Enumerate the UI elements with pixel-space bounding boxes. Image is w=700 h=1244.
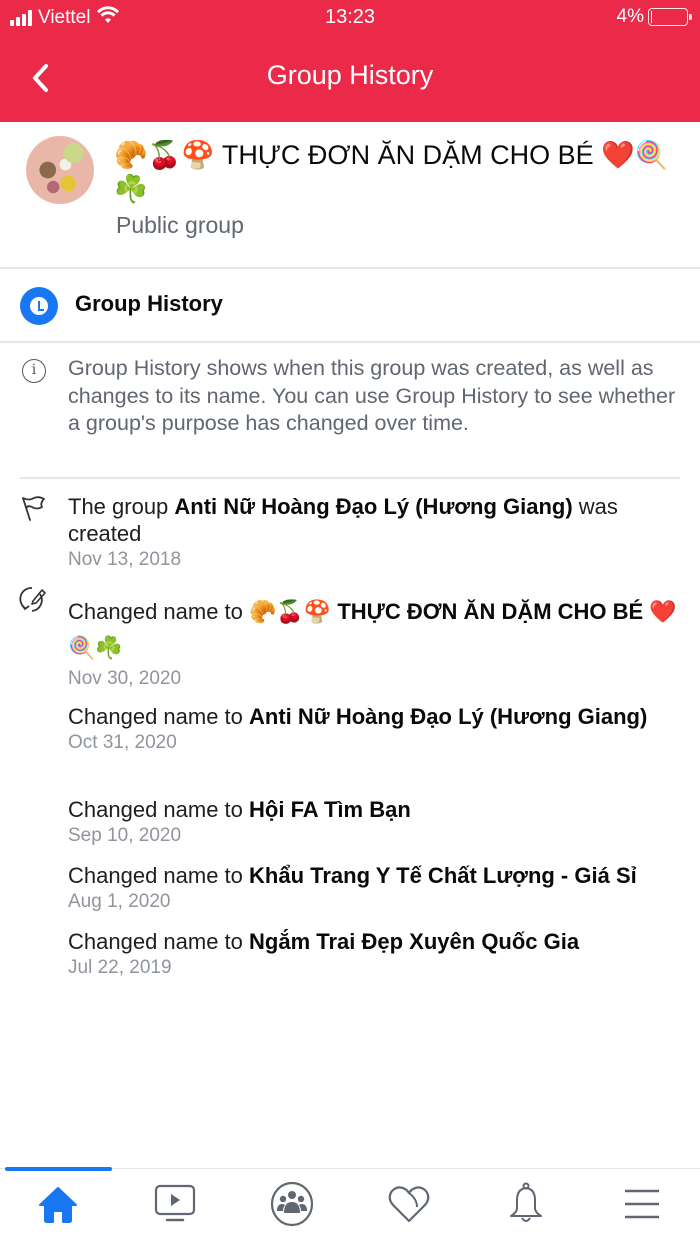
- info-text: Group History shows when this group was …: [68, 356, 676, 435]
- status-bar: Viettel 13:23 4%: [0, 0, 700, 36]
- divider: [20, 477, 680, 479]
- history-item: Changed name to Ngắm Trai Đẹp Xuyên Quốc…: [68, 928, 688, 980]
- event-group-name: Anti Nữ Hoàng Đạo Lý (Hương Giang): [249, 704, 648, 729]
- event-date: Sep 10, 2020: [68, 825, 182, 846]
- event-group-name: Anti Nữ Hoàng Đạo Lý (Hương Giang): [174, 494, 573, 519]
- tab-menu[interactable]: [612, 1179, 672, 1229]
- home-icon: [39, 1187, 77, 1223]
- event-date: Jul 22, 2019: [68, 957, 172, 978]
- event-date: Nov 13, 2018: [68, 549, 182, 570]
- event-text: Changed name to: [68, 797, 250, 822]
- heart-icon: [388, 1186, 430, 1223]
- tab-groups[interactable]: [262, 1179, 322, 1229]
- video-icon: [154, 1184, 196, 1222]
- event-group-name: Khẩu Trang Y Tế Chất Lượng - Giá Sỉ: [249, 863, 637, 888]
- flag-icon: [18, 494, 48, 529]
- event-text: Changed name to: [68, 599, 250, 624]
- history-item: Changed name to Hội FA Tìm Bạn Sep 10, 2…: [68, 796, 688, 848]
- battery-percent: 4%: [616, 6, 644, 27]
- event-group-name: Ngắm Trai Đẹp Xuyên Quốc Gia: [249, 929, 580, 954]
- history-item: Changed name to Khẩu Trang Y Tế Chất Lượ…: [68, 862, 688, 914]
- event-text: Changed name to: [68, 704, 250, 729]
- info-icon: i: [22, 359, 46, 383]
- history-item: The group Anti Nữ Hoàng Đạo Lý (Hương Gi…: [68, 493, 688, 572]
- event-text: Changed name to: [68, 929, 250, 954]
- group-privacy: Public group: [116, 212, 244, 238]
- clock-icon: [20, 287, 58, 325]
- history-item: Changed name to Anti Nữ Hoàng Đạo Lý (Hư…: [68, 703, 688, 755]
- tab-home[interactable]: [28, 1179, 88, 1229]
- tab-notifications[interactable]: [496, 1179, 556, 1229]
- edit-name-icon: [18, 584, 50, 621]
- section-title: Group History: [75, 291, 223, 316]
- event-date: Oct 31, 2020: [68, 732, 177, 753]
- tab-dating[interactable]: [379, 1179, 439, 1229]
- battery-icon: [648, 8, 692, 26]
- bottom-tab-bar: [0, 1167, 700, 1244]
- top-bar: Viettel 13:23 4% Group History: [0, 0, 700, 122]
- event-date: Nov 30, 2020: [68, 668, 182, 689]
- group-avatar[interactable]: [26, 136, 94, 204]
- event-text: The group: [68, 494, 175, 519]
- page-title: Group History: [266, 60, 434, 90]
- section-header: Group History: [0, 269, 700, 343]
- menu-icon: [625, 1189, 659, 1219]
- clock-time: 13:23: [324, 6, 376, 28]
- bell-icon: [510, 1182, 542, 1222]
- group-header: 🥐🍒🍄 THỰC ĐƠN ĂN DẶM CHO BÉ ❤️🍭☘️ Public …: [0, 122, 700, 269]
- history-item: Changed name to 🥐🍒🍄 THỰC ĐƠN ĂN DẶM CHO …: [68, 594, 688, 691]
- tab-watch[interactable]: [145, 1179, 205, 1229]
- event-group-name: Hội FA Tìm Bạn: [249, 797, 411, 822]
- groups-icon: [270, 1181, 314, 1227]
- group-name[interactable]: 🥐🍒🍄 THỰC ĐƠN ĂN DẶM CHO BÉ ❤️🍭☘️: [114, 138, 674, 206]
- event-date: Aug 1, 2020: [68, 891, 171, 912]
- active-tab-indicator: [5, 1167, 112, 1171]
- event-text: Changed name to: [68, 863, 250, 888]
